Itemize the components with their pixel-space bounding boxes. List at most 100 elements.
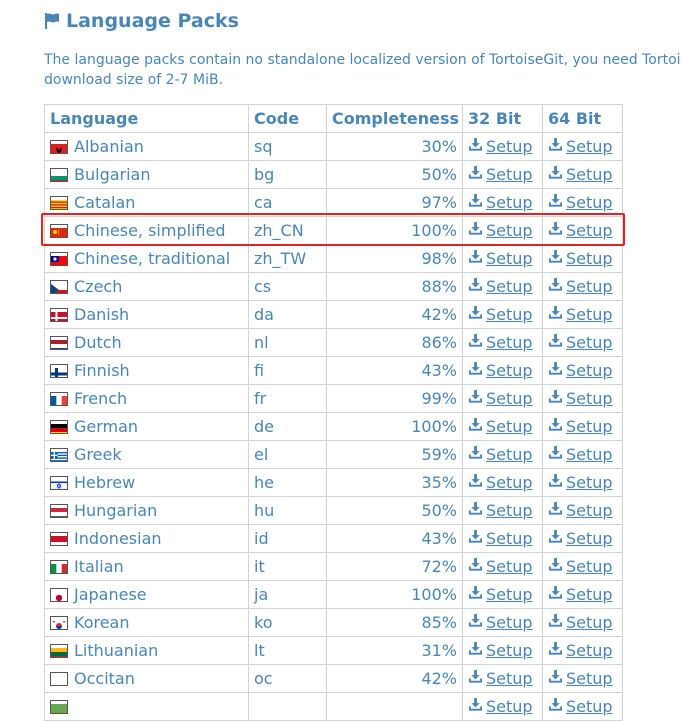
setup-label: Setup xyxy=(486,417,533,436)
setup-64-bit-link[interactable]: Setup xyxy=(548,361,617,380)
download-icon xyxy=(468,501,483,520)
setup-32-bit-link[interactable]: Setup xyxy=(468,669,537,688)
setup-64-bit-link[interactable]: Setup xyxy=(548,613,617,632)
language-name: Hebrew xyxy=(74,473,135,492)
flag-italy-icon xyxy=(50,560,68,574)
setup-64-bit-link[interactable]: Setup xyxy=(548,501,617,520)
setup-32-bit-link[interactable]: Setup xyxy=(468,585,537,604)
page-title: Language Packs xyxy=(66,10,239,32)
language-cell: Japanese xyxy=(45,581,249,609)
setup-64-cell: Setup xyxy=(543,581,623,609)
setup-64-bit-link[interactable]: Setup xyxy=(548,249,617,268)
flag-germany-icon xyxy=(50,420,68,434)
download-icon xyxy=(468,193,483,212)
setup-64-bit-link[interactable]: Setup xyxy=(548,305,617,324)
setup-64-bit-link[interactable]: Setup xyxy=(548,221,617,240)
code-cell: sq xyxy=(249,133,327,161)
language-name: Danish xyxy=(74,305,129,324)
table-row: Occitanoc42%SetupSetup xyxy=(45,665,623,693)
setup-32-bit-link[interactable]: Setup xyxy=(468,193,537,212)
language-cell: Finnish xyxy=(45,357,249,385)
code-cell: zh_CN xyxy=(249,217,327,245)
setup-64-bit-link[interactable]: Setup xyxy=(548,697,617,716)
setup-label: Setup xyxy=(566,389,613,408)
completeness-cell: 100% xyxy=(327,217,463,245)
setup-64-bit-link[interactable]: Setup xyxy=(548,333,617,352)
setup-32-bit-link[interactable]: Setup xyxy=(468,613,537,632)
language-cell xyxy=(45,693,249,721)
header-language: Language xyxy=(45,105,249,133)
download-icon xyxy=(468,361,483,380)
setup-label: Setup xyxy=(566,221,613,240)
setup-32-bit-link[interactable]: Setup xyxy=(468,445,537,464)
download-icon xyxy=(468,249,483,268)
table-header-row: Language Code Completeness 32 Bit 64 Bit xyxy=(45,105,623,133)
language-cell: Greek xyxy=(45,441,249,469)
setup-32-bit-link[interactable]: Setup xyxy=(468,165,537,184)
setup-32-bit-link[interactable]: Setup xyxy=(468,473,537,492)
setup-label: Setup xyxy=(486,529,533,548)
setup-64-bit-link[interactable]: Setup xyxy=(548,557,617,576)
table-row: Danishda42%SetupSetup xyxy=(45,301,623,329)
setup-label: Setup xyxy=(566,445,613,464)
setup-64-bit-link[interactable]: Setup xyxy=(548,641,617,660)
download-icon xyxy=(548,473,563,492)
setup-32-bit-link[interactable]: Setup xyxy=(468,557,537,576)
setup-64-cell: Setup xyxy=(543,357,623,385)
setup-64-bit-link[interactable]: Setup xyxy=(548,389,617,408)
flag-china-icon xyxy=(50,224,68,238)
language-name: Chinese, simplified xyxy=(74,221,226,240)
setup-32-bit-link[interactable]: Setup xyxy=(468,697,537,716)
language-name: Bulgarian xyxy=(74,165,151,184)
setup-64-bit-link[interactable]: Setup xyxy=(548,445,617,464)
setup-64-cell: Setup xyxy=(543,329,623,357)
setup-32-bit-link[interactable]: Setup xyxy=(468,277,537,296)
language-name: Japanese xyxy=(74,585,147,604)
download-icon xyxy=(548,613,563,632)
setup-32-bit-link[interactable]: Setup xyxy=(468,137,537,156)
setup-32-bit-link[interactable]: Setup xyxy=(468,529,537,548)
header-completeness: Completeness xyxy=(327,105,463,133)
download-icon xyxy=(548,193,563,212)
setup-32-cell: Setup xyxy=(463,161,543,189)
table-row: Greekel59%SetupSetup xyxy=(45,441,623,469)
setup-label: Setup xyxy=(566,249,613,268)
setup-64-cell: Setup xyxy=(543,301,623,329)
setup-64-bit-link[interactable]: Setup xyxy=(548,473,617,492)
setup-64-bit-link[interactable]: Setup xyxy=(548,137,617,156)
setup-label: Setup xyxy=(486,669,533,688)
completeness-cell: 88% xyxy=(327,273,463,301)
setup-64-bit-link[interactable]: Setup xyxy=(548,529,617,548)
setup-64-bit-link[interactable]: Setup xyxy=(548,277,617,296)
language-cell: Bulgarian xyxy=(45,161,249,189)
language-name: Korean xyxy=(74,613,130,632)
setup-32-bit-link[interactable]: Setup xyxy=(468,389,537,408)
setup-32-bit-link[interactable]: Setup xyxy=(468,249,537,268)
setup-32-bit-link[interactable]: Setup xyxy=(468,417,537,436)
completeness-cell: 99% xyxy=(327,385,463,413)
setup-32-bit-link[interactable]: Setup xyxy=(468,333,537,352)
flag-france-icon xyxy=(50,392,68,406)
setup-64-bit-link[interactable]: Setup xyxy=(548,585,617,604)
setup-32-bit-link[interactable]: Setup xyxy=(468,641,537,660)
setup-label: Setup xyxy=(486,305,533,324)
download-icon xyxy=(468,277,483,296)
setup-label: Setup xyxy=(566,473,613,492)
setup-32-bit-link[interactable]: Setup xyxy=(468,361,537,380)
language-name: Dutch xyxy=(74,333,122,352)
table-row: Italianit72%SetupSetup xyxy=(45,553,623,581)
setup-64-bit-link[interactable]: Setup xyxy=(548,669,617,688)
setup-64-cell: Setup xyxy=(543,665,623,693)
download-icon xyxy=(468,221,483,240)
setup-64-bit-link[interactable]: Setup xyxy=(548,417,617,436)
setup-label: Setup xyxy=(566,613,613,632)
setup-64-bit-link[interactable]: Setup xyxy=(548,193,617,212)
setup-32-bit-link[interactable]: Setup xyxy=(468,305,537,324)
setup-32-cell: Setup xyxy=(463,441,543,469)
table-row: Chinese, simplified zh_CN100% Setup Setup xyxy=(45,217,623,245)
language-name: Czech xyxy=(74,277,122,296)
flag-denmark-icon xyxy=(50,308,68,322)
setup-64-bit-link[interactable]: Setup xyxy=(548,165,617,184)
setup-32-bit-link[interactable]: Setup xyxy=(468,221,537,240)
setup-32-bit-link[interactable]: Setup xyxy=(468,501,537,520)
